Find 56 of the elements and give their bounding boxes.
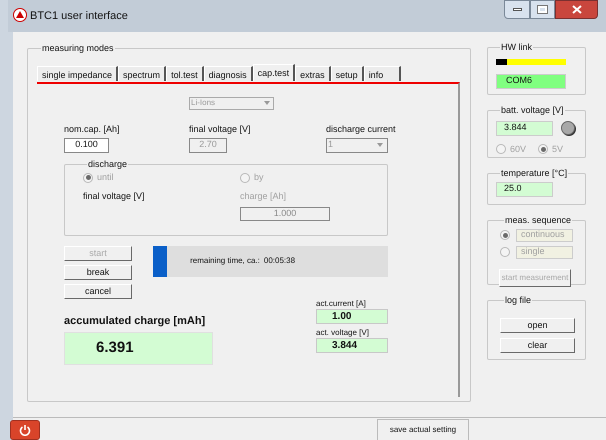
port-field: COM6: [496, 74, 566, 88]
reading-value: 1.00: [316, 308, 388, 324]
tab[interactable]: single impedance: [37, 66, 118, 80]
minimize-icon: [512, 8, 522, 11]
dropdown-arrow-icon: [377, 143, 383, 147]
option-caption: final voltage [V]: [83, 190, 146, 203]
action-button[interactable]: cancel: [64, 284, 132, 298]
window-title: BTC1 user interface: [30, 9, 128, 24]
tab[interactable]: setup: [330, 66, 364, 80]
group-title: batt. voltage [V]: [500, 104, 565, 117]
input-field[interactable]: 0.100: [64, 138, 109, 152]
close-icon: [572, 5, 582, 14]
reading-label: act. voltage [V]: [316, 326, 370, 338]
minimize-button[interactable]: [504, 0, 530, 19]
power-button[interactable]: [10, 420, 40, 440]
maximize-icon: [538, 6, 547, 13]
field-label: nom.cap. [Ah]: [64, 122, 121, 134]
tab[interactable]: cap.test: [252, 64, 296, 80]
accumulated-charge-value: 6.391: [64, 332, 213, 365]
group-title: meas. sequence: [504, 214, 572, 227]
radio-label: 5V: [552, 142, 564, 156]
remaining-time-label: remaining time, ca.:: [190, 255, 260, 267]
sequence-option: single: [516, 246, 573, 258]
accumulated-charge-label: accumulated charge [mAh]: [64, 314, 206, 328]
radio-label: 60V: [510, 142, 526, 156]
sequence-option: continuous: [516, 228, 573, 242]
radio-label: until: [97, 171, 114, 184]
save-settings-button[interactable]: save actual setting: [377, 419, 469, 440]
log-button[interactable]: open: [500, 318, 575, 332]
log-button[interactable]: clear: [500, 338, 575, 352]
radio-label: by: [254, 171, 264, 184]
group-title: discharge: [87, 158, 128, 171]
action-button[interactable]: break: [64, 264, 132, 280]
remaining-time-value: 00:05:38: [264, 255, 296, 267]
power-icon: [19, 424, 31, 436]
tab[interactable]: tol.test: [166, 66, 204, 80]
maximize-button[interactable]: [530, 0, 555, 19]
logo-icon: [13, 8, 27, 22]
tab[interactable]: info: [364, 66, 402, 80]
group-title: temperature [°C]: [500, 167, 568, 180]
reading-value: 3.844: [316, 338, 388, 352]
group-title: measuring modes: [41, 42, 115, 55]
status-led-icon: [561, 121, 575, 135]
tab[interactable]: extras: [295, 66, 331, 80]
field-label: discharge current: [326, 122, 396, 134]
group-title: HW link: [500, 41, 533, 54]
close-button[interactable]: [555, 0, 598, 19]
reading-label: act.current [A]: [316, 298, 367, 308]
field-label: final voltage [V]: [189, 122, 252, 134]
option-caption: charge [Ah]: [240, 190, 288, 203]
dropdown-arrow-icon: [264, 101, 270, 105]
voltage-field: 3.844: [496, 120, 553, 136]
tab[interactable]: spectrum: [118, 66, 166, 80]
temperature-field: 25.0: [496, 182, 553, 196]
group-title: log file: [504, 294, 532, 307]
tab[interactable]: diagnosis: [204, 66, 253, 80]
